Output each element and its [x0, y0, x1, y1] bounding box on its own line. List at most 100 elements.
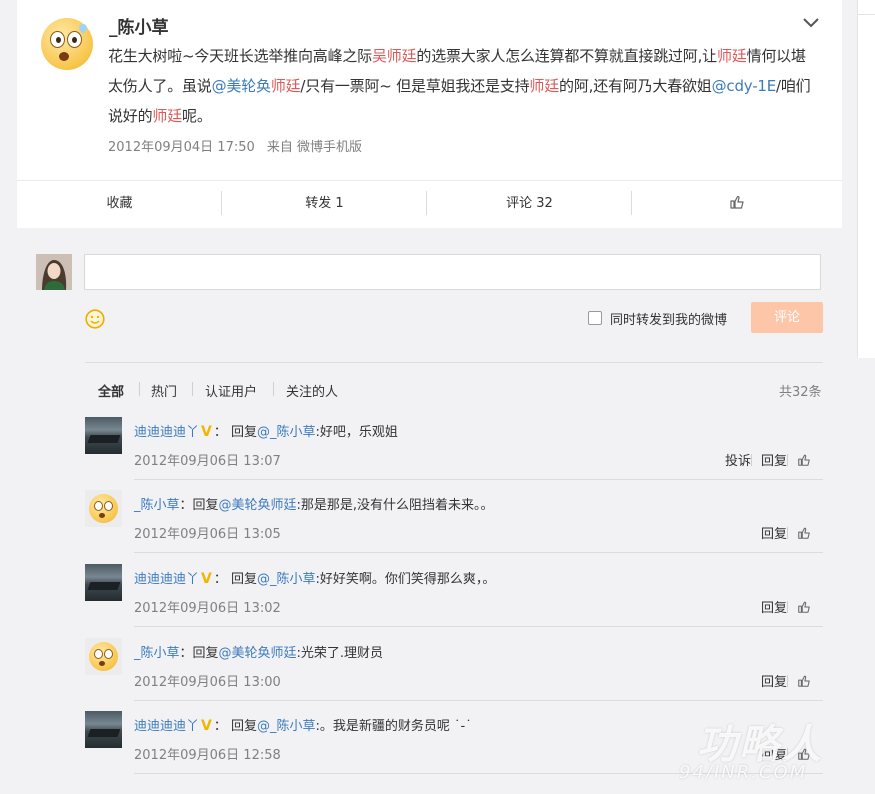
ops-divider [787, 527, 788, 539]
thumbs-up-icon[interactable] [797, 526, 811, 540]
mention-link[interactable]: @美轮奂 [212, 77, 271, 95]
comment-actions: 投诉 回复 [725, 450, 811, 469]
comment-body: :好吧，乐观姐 [315, 425, 398, 440]
comment-time: 2012年09月06日 13:02 [134, 601, 281, 616]
report-link[interactable]: 投诉 [725, 454, 751, 469]
author-avatar[interactable] [41, 18, 93, 70]
post-source[interactable]: 来自 微博手机版 [267, 140, 362, 155]
ops-divider [787, 601, 788, 613]
commenter-name[interactable]: 迪迪迪迪丫 [134, 425, 199, 440]
highlighted-keyword[interactable]: 师廷 [529, 77, 559, 95]
current-user-avatar[interactable] [36, 254, 72, 290]
comment-text-line: _陈小草：回复@美轮奂师廷:光荣了.理财员 [134, 642, 383, 661]
thumbs-up-icon[interactable] [797, 453, 811, 467]
comment-text-line: 迪迪迪迪丫 V： 回复@_陈小草:。我是新疆的财务员呢 ˙-˙ [134, 715, 472, 734]
like-button[interactable] [632, 181, 842, 228]
reply-mention-link[interactable]: @美轮奂师廷 [219, 498, 297, 513]
ops-divider [787, 675, 788, 687]
commenter-avatar[interactable] [85, 711, 122, 748]
post-text: 花生大树啦~今天班长选举推向高峰之际吴师廷的选票大家人怎么连算都不算就直接跳过阿… [108, 41, 820, 131]
comment-item: _陈小草：回复@美轮奂师廷:光荣了.理财员 2012年09月06日 13:00 回复 [85, 638, 823, 698]
forward-checkbox[interactable] [588, 311, 602, 325]
post-author-name[interactable]: _陈小草 [109, 13, 169, 38]
highlighted-keyword[interactable]: 吴师廷 [372, 47, 417, 65]
commenter-avatar[interactable] [85, 638, 122, 675]
verified-badge-icon: V [201, 718, 212, 734]
ops-divider [750, 454, 752, 466]
comment-body: :光荣了.理财员 [296, 646, 384, 661]
comment-button[interactable]: 评论 32 [427, 181, 632, 228]
post-meta: 2012年09月04日 17:50 来自 微博手机版 [108, 136, 370, 155]
post-text-segment: 呢。 [182, 107, 212, 125]
highlighted-keyword[interactable]: 师廷 [152, 107, 182, 125]
commenter-name[interactable]: _陈小草 [134, 646, 180, 661]
reply-prefix: ：回复 [179, 498, 219, 513]
chevron-down-icon[interactable] [802, 16, 820, 30]
highlighted-keyword[interactable]: 师廷 [717, 47, 747, 65]
forward-button[interactable]: 转发 1 [222, 181, 427, 228]
reply-prefix: ： 回复 [213, 572, 257, 587]
forward-checkbox-label[interactable]: 同时转发到我的微博 [610, 309, 727, 328]
post-action-bar: 收藏 转发 1 评论 32 [17, 180, 842, 229]
post-text-segment: 花生大树啦~今天班长选举推向高峰之际 [108, 47, 372, 65]
comment-item: 迪迪迪迪丫 V： 回复@_陈小草:好好笑啊。你们笑得那么爽，。 2012年09月06… [85, 564, 823, 624]
commenter-name[interactable]: 迪迪迪迪丫 [134, 719, 199, 734]
comment-body: :。我是新疆的财务员呢 ˙-˙ [315, 719, 472, 734]
post-text-segment: 的阿,还有阿乃大春欲姐 [559, 77, 712, 95]
submit-comment-button[interactable]: 评论 [751, 302, 823, 333]
reply-link[interactable]: 回复 [761, 675, 787, 690]
forward-label: 转发 1 [305, 196, 344, 211]
emoji-smile-icon[interactable] [85, 309, 105, 329]
highlighted-keyword[interactable]: 师廷 [271, 77, 301, 95]
comment-input[interactable] [84, 254, 821, 290]
comment-label: 评论 32 [506, 196, 553, 211]
comment-item: 迪迪迪迪丫 V： 回复@_陈小草:好吧，乐观姐 2012年09月06日 13:07 投… [85, 417, 823, 477]
site-watermark: 功略人 94/INR.COM [675, 712, 875, 794]
comment-text-line: _陈小草：回复@美轮奂师廷:那是那是,没有什么阻挡着未来。。 [134, 494, 494, 513]
tab-divider [139, 382, 140, 396]
comment-actions: 回复 [761, 671, 811, 690]
reply-link[interactable]: 回复 [761, 601, 787, 616]
collect-button[interactable]: 收藏 [17, 181, 222, 228]
reply-prefix: ：回复 [179, 646, 219, 661]
comment-actions: 回复 [761, 523, 811, 542]
tab-verified-users[interactable]: 认证用户 [205, 381, 257, 400]
tab-divider [192, 382, 193, 396]
reply-link[interactable]: 回复 [761, 454, 787, 469]
tab-all[interactable]: 全部 [98, 381, 124, 400]
reply-link[interactable]: 回复 [761, 527, 787, 542]
commenter-avatar[interactable] [85, 564, 122, 601]
comment-divider [134, 479, 823, 480]
tab-hot[interactable]: 热门 [151, 381, 177, 400]
right-sidebar-top [857, 0, 875, 15]
commenter-name[interactable]: 迪迪迪迪丫 [134, 572, 199, 587]
comment-divider [134, 552, 823, 553]
reply-mention-link[interactable]: @_陈小草 [257, 572, 316, 587]
comment-total-count: 共32条 [779, 385, 822, 400]
commenter-avatar[interactable] [85, 490, 122, 527]
comment-text-line: 迪迪迪迪丫 V： 回复@_陈小草:好吧，乐观姐 [134, 421, 398, 440]
divider [85, 362, 823, 363]
reply-mention-link[interactable]: @_陈小草 [257, 719, 316, 734]
verified-badge-icon: V [201, 571, 212, 587]
reply-mention-link[interactable]: @_陈小草 [257, 425, 316, 440]
comment-item: _陈小草：回复@美轮奂师廷:那是那是,没有什么阻挡着未来。。 2012年09月06… [85, 490, 823, 550]
watermark-url: 94/INR.COM [679, 762, 808, 783]
ops-divider [787, 454, 788, 466]
comment-time: 2012年09月06日 12:58 [134, 748, 281, 763]
mention-link[interactable]: @cdy-1E [712, 77, 777, 95]
comment-divider [134, 626, 823, 627]
right-sidebar-edge [857, 0, 875, 358]
tab-following[interactable]: 关注的人 [286, 381, 338, 400]
user-photo-icon [36, 254, 72, 290]
comment-body: :好好笑啊。你们笑得那么爽，。 [315, 572, 496, 587]
tab-divider [273, 382, 274, 396]
thumbs-up-icon[interactable] [797, 674, 811, 688]
post-text-segment: /只有一票阿~ 但是草姐我还是支持 [300, 77, 530, 95]
thumbs-up-icon[interactable] [797, 600, 811, 614]
commenter-name[interactable]: _陈小草 [134, 498, 180, 513]
comment-time: 2012年09月06日 13:07 [134, 454, 281, 469]
reply-mention-link[interactable]: @美轮奂师廷 [219, 646, 297, 661]
commenter-avatar[interactable] [85, 417, 122, 454]
post-time[interactable]: 2012年09月04日 17:50 [108, 140, 255, 155]
